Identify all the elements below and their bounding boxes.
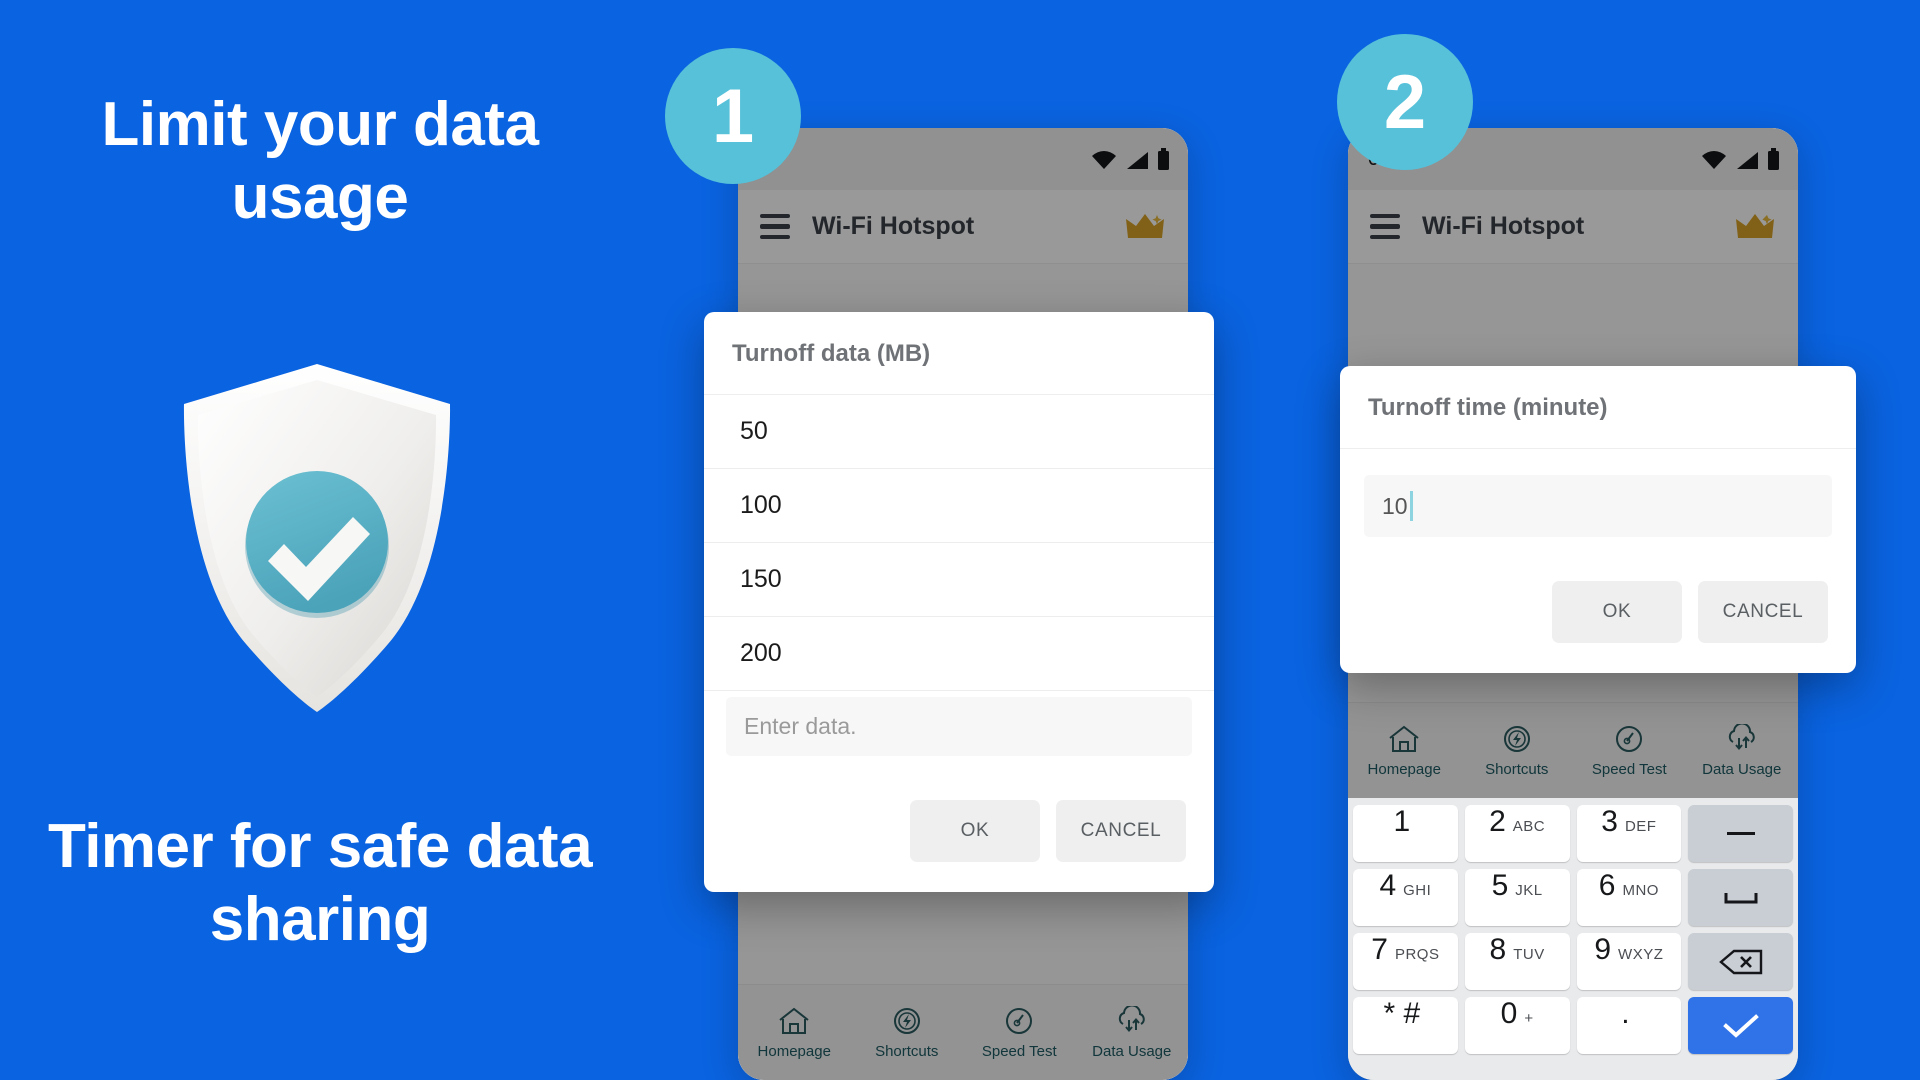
key-sublabel: JKL — [1515, 882, 1543, 899]
key-label: 1 — [1393, 805, 1411, 838]
dialog-actions: OK CANCEL — [1340, 537, 1856, 673]
key-1[interactable]: 1 — [1353, 805, 1458, 862]
keyboard-row: 4 GHI 5 JKL 6 MNO — [1353, 869, 1793, 926]
key-label: 9 — [1594, 933, 1612, 966]
step-badge-2: 2 — [1337, 34, 1473, 170]
space-key-icon — [1724, 892, 1758, 903]
keyboard-row: 7 PRQS 8 TUV 9 WXYZ — [1353, 933, 1793, 990]
key-sublabel: + — [1524, 1010, 1534, 1027]
turnoff-data-dialog: Turnoff data (MB) 50 100 150 200 Enter d… — [704, 312, 1214, 892]
key-sublabel: MNO — [1622, 882, 1659, 899]
key-3[interactable]: 3 DEF — [1576, 805, 1682, 862]
key-enter-confirm[interactable] — [1688, 997, 1793, 1054]
key-sublabel: PRQS — [1394, 946, 1440, 963]
keyboard-row: 1 2 ABC 3 DEF — [1353, 805, 1793, 862]
key-0[interactable]: 0 + — [1464, 997, 1570, 1054]
dash-key-icon — [1726, 831, 1755, 835]
key-period[interactable]: . — [1576, 997, 1682, 1054]
turnoff-time-dialog: Turnoff time (minute) 10 OK CANCEL — [1340, 366, 1856, 673]
key-label: 8 — [1489, 933, 1507, 966]
dialog-body: 50 100 150 200 Enter data. — [704, 395, 1214, 756]
key-2[interactable]: 2 ABC — [1464, 805, 1570, 862]
key-sublabel: WXYZ — [1618, 946, 1664, 963]
key-7[interactable]: 7 PRQS — [1353, 933, 1458, 990]
key-4[interactable]: 4 GHI — [1353, 869, 1458, 926]
numeric-keyboard: 1 2 ABC 3 DEF 4 GHI 5 JKL 6 MNO 7 PRQS 8… — [1348, 798, 1798, 1080]
dialog-body: 10 — [1340, 475, 1856, 537]
ok-button[interactable]: OK — [1552, 581, 1682, 643]
key-sublabel: DEF — [1624, 818, 1657, 835]
promo-subtitle: Timer for safe data sharing — [47, 812, 593, 955]
key-sublabel: TUV — [1513, 946, 1545, 963]
key-sublabel: ABC — [1512, 818, 1546, 835]
key-label: 5 — [1491, 869, 1509, 902]
step-badge-1: 1 — [665, 48, 801, 184]
cancel-button[interactable]: CANCEL — [1698, 581, 1828, 643]
key-label: * # — [1383, 997, 1421, 1030]
key-space[interactable] — [1688, 869, 1793, 926]
backspace-key-icon — [1718, 949, 1762, 974]
key-dash[interactable] — [1688, 805, 1793, 862]
text-cursor — [1409, 491, 1413, 521]
key-star-hash[interactable]: * # — [1353, 997, 1458, 1054]
key-label: 2 — [1489, 805, 1506, 838]
key-label: 0 — [1500, 997, 1518, 1030]
dialog-title: Turnoff time (minute) — [1340, 366, 1856, 449]
dialog-title: Turnoff data (MB) — [704, 312, 1214, 395]
ok-button[interactable]: OK — [910, 800, 1040, 862]
key-8[interactable]: 8 TUV — [1464, 933, 1570, 990]
key-label: 7 — [1371, 933, 1388, 966]
key-6[interactable]: 6 MNO — [1576, 869, 1682, 926]
key-sublabel: GHI — [1403, 882, 1432, 899]
check-key-icon — [1722, 1013, 1759, 1038]
list-item[interactable]: 150 — [704, 543, 1214, 617]
list-item[interactable]: 100 — [704, 469, 1214, 543]
page-title: Limit your data usage — [101, 90, 539, 233]
key-backspace[interactable] — [1688, 933, 1793, 990]
turnoff-time-input[interactable]: 10 — [1364, 475, 1832, 537]
key-5[interactable]: 5 JKL — [1464, 869, 1570, 926]
shield-check-icon — [172, 358, 462, 718]
key-label: . — [1621, 997, 1630, 1030]
key-9[interactable]: 9 WXYZ — [1576, 933, 1682, 990]
key-label: 3 — [1601, 805, 1618, 838]
list-item[interactable]: 200 — [704, 617, 1214, 691]
dialog-actions: OK CANCEL — [704, 756, 1214, 892]
enter-data-input[interactable]: Enter data. — [726, 697, 1192, 756]
input-value: 10 — [1382, 492, 1408, 519]
cancel-button[interactable]: CANCEL — [1056, 800, 1186, 862]
key-label: 6 — [1598, 869, 1616, 902]
list-item[interactable]: 50 — [704, 395, 1214, 469]
key-label: 4 — [1379, 869, 1397, 902]
keyboard-row: * # 0 + . — [1353, 997, 1793, 1054]
